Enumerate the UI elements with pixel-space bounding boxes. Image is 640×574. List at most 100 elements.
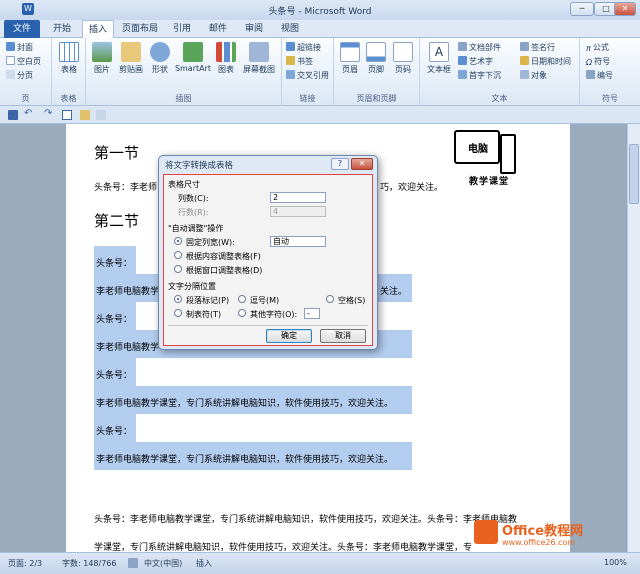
logo-text-top: 电脑 — [468, 144, 488, 155]
fit-content-label: 根据内容调整表格(F) — [186, 252, 261, 261]
tab-mailings[interactable]: 邮件 — [202, 20, 234, 38]
dialog-title: 将文字转换成表格 — [165, 161, 234, 171]
page-indicator[interactable]: 页面: 2/3 — [8, 558, 42, 569]
chart-button[interactable]: 图表 — [214, 42, 238, 75]
bookmark-icon — [286, 56, 295, 65]
table-button[interactable]: 表格 — [57, 42, 81, 75]
date-time-button[interactable]: 日期和时间 — [520, 56, 571, 67]
columns-spinner[interactable]: 2 — [270, 192, 326, 203]
tab-view[interactable]: 视图 — [274, 20, 306, 38]
group-table: 表格 表格 — [52, 38, 86, 106]
fit-window-radio[interactable] — [174, 265, 182, 273]
cross-reference-icon — [286, 70, 295, 79]
group-label-text: 文本 — [491, 94, 508, 103]
zoom-level[interactable]: 100% — [604, 558, 627, 567]
tab-references[interactable]: 引用 — [166, 20, 198, 38]
page-break-button[interactable]: 分页 — [6, 70, 33, 81]
calendar-icon — [520, 56, 529, 65]
redo-icon[interactable]: ↷ — [44, 108, 52, 119]
minimize-button[interactable]: ─ — [570, 2, 594, 16]
group-label-illustrations: 插图 — [175, 94, 192, 103]
screenshot-button[interactable]: 屏幕截图 — [240, 42, 278, 75]
other-char-radio[interactable] — [238, 309, 246, 317]
cross-reference-button[interactable]: 交叉引用 — [286, 70, 329, 81]
page-number-icon — [393, 42, 413, 62]
tab-home[interactable]: 开始 — [46, 20, 78, 38]
language-indicator[interactable]: 中文(中国) — [144, 558, 182, 569]
row-2-text: 李老师电脑教学 — [96, 287, 160, 297]
smartart-button[interactable]: SmartArt — [174, 42, 212, 73]
tab-file[interactable]: 文件 — [4, 20, 40, 38]
tab-review[interactable]: 审阅 — [238, 20, 270, 38]
scrollbar-thumb[interactable] — [629, 144, 639, 204]
group-label-header-footer: 页眉和页脚 — [356, 94, 397, 103]
rows-spinner: 4 — [270, 206, 326, 217]
fixed-width-radio[interactable] — [174, 237, 182, 245]
row-3-label: 头条号： — [96, 315, 133, 325]
table-quick-icon[interactable] — [62, 110, 72, 120]
numbering-button[interactable]: 编号 — [586, 70, 613, 81]
blank-page-icon — [6, 56, 15, 65]
help-button[interactable]: ? — [331, 158, 349, 170]
blank-page-button[interactable]: 空白页 — [6, 56, 41, 67]
footer-button[interactable]: 页脚 — [364, 42, 388, 75]
shapes-button[interactable]: 形状 — [148, 42, 172, 75]
cancel-button[interactable]: 取消 — [320, 329, 366, 343]
table-icon — [59, 42, 79, 62]
print-preview-icon[interactable] — [96, 110, 106, 120]
group-links: 超链接 书签 交叉引用 链接 — [282, 38, 334, 106]
computer-tower-icon — [500, 134, 516, 174]
other-char-input[interactable]: - — [304, 308, 320, 319]
fixed-width-label: 固定列宽(W): — [186, 238, 235, 247]
page-break-icon — [6, 70, 15, 79]
vertical-scrollbar[interactable] — [627, 124, 640, 552]
signature-line-button[interactable]: 签名行 — [520, 42, 555, 53]
page-number-button[interactable]: 页码 — [390, 42, 416, 75]
object-button[interactable]: 对象 — [520, 70, 547, 81]
wordart-button[interactable]: 艺术字 — [458, 56, 493, 67]
open-folder-icon[interactable] — [80, 110, 90, 120]
quick-parts-button[interactable]: 文档部件 — [458, 42, 501, 53]
heading-section-1: 第一节 — [94, 144, 140, 162]
insert-mode[interactable]: 插入 — [196, 558, 212, 569]
clipart-button[interactable]: 剪贴画 — [116, 42, 146, 75]
group-label-symbols: 符号 — [602, 94, 618, 103]
cover-page-button[interactable]: 封面 — [6, 42, 33, 53]
row-5-label: 头条号： — [96, 371, 133, 381]
smartart-icon — [183, 42, 203, 62]
paragraph-radio[interactable] — [174, 295, 182, 303]
textbox-icon: A — [429, 42, 449, 62]
tab-radio[interactable] — [174, 309, 182, 317]
group-label-pages: 页 — [21, 94, 30, 103]
undo-icon[interactable]: ↶ — [24, 108, 32, 119]
fixed-width-spinner[interactable]: 自动 — [270, 236, 326, 247]
watermark-url: www.office26.com — [502, 538, 576, 547]
textbox-button[interactable]: A 文本框 — [424, 42, 454, 75]
tab-page-layout[interactable]: 页面布局 — [118, 20, 162, 38]
header-button[interactable]: 页眉 — [338, 42, 362, 75]
save-icon[interactable] — [8, 110, 18, 120]
drop-cap-button[interactable]: 首字下沉 — [458, 70, 501, 81]
bookmark-button[interactable]: 书签 — [286, 56, 313, 67]
fit-content-radio[interactable] — [174, 251, 182, 259]
ok-button[interactable]: 确定 — [266, 329, 312, 343]
space-radio[interactable] — [326, 295, 334, 303]
group-label-links: 链接 — [299, 94, 316, 103]
group-illustrations: 图片 剪贴画 形状 SmartArt 图表 屏幕截图 插图 — [86, 38, 282, 106]
window-title: 头条号 - Microsoft Word — [268, 7, 372, 17]
screenshot-icon — [249, 42, 269, 62]
hyperlink-button[interactable]: 超链接 — [286, 42, 321, 53]
cover-page-icon — [6, 42, 15, 51]
autofit-label: "自动调整"操作 — [168, 224, 224, 233]
shapes-icon — [150, 42, 170, 62]
chart-icon — [216, 42, 236, 62]
dialog-close-button[interactable]: ✕ — [351, 158, 373, 170]
comma-radio[interactable] — [238, 295, 246, 303]
tab-insert[interactable]: 插入 — [82, 20, 114, 39]
picture-button[interactable]: 图片 — [90, 42, 114, 75]
equation-button[interactable]: π 公式 — [586, 42, 609, 53]
word-count[interactable]: 字数: 148/766 — [62, 558, 116, 569]
symbol-button[interactable]: Ω 符号 — [586, 56, 610, 67]
close-button[interactable]: ✕ — [614, 2, 636, 16]
proofing-icon[interactable] — [128, 558, 138, 568]
